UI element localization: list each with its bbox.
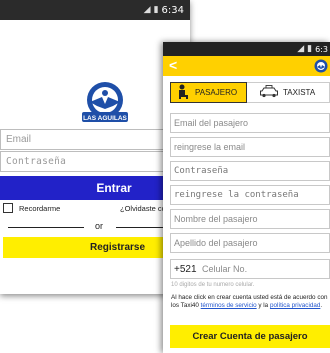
- wifi-icon: ◢: [143, 5, 151, 15]
- taxi-icon: [259, 85, 279, 100]
- terms-end: .: [320, 302, 323, 309]
- email-placeholder: Email: [6, 134, 32, 145]
- phone-prefix: +521: [174, 264, 197, 275]
- create-account-label: Crear Cuenta de pasajero: [192, 331, 308, 342]
- login-button-label: Entrar: [96, 181, 132, 195]
- battery-icon: ▮: [307, 44, 313, 54]
- divider-line-left: [8, 227, 84, 228]
- logo-text: LAS AGUILAS: [83, 115, 127, 122]
- phone-helper-text: 10 digitos de tu numero celular.: [171, 282, 255, 288]
- password-field[interactable]: Contraseña: [170, 161, 330, 181]
- create-passenger-account-button[interactable]: Crear Cuenta de pasajero: [170, 325, 330, 348]
- or-divider: or: [0, 221, 190, 233]
- status-time: 6:34: [161, 4, 184, 16]
- privacy-policy-link[interactable]: política privacidad: [270, 302, 320, 309]
- phone-placeholder: Celular No.: [202, 264, 248, 274]
- password-field[interactable]: Contraseña: [0, 151, 190, 172]
- passenger-icon: [177, 84, 191, 102]
- chevron-left-icon[interactable]: <: [169, 57, 177, 73]
- status-bar: ◢ ▮ 6:34: [0, 0, 190, 20]
- status-bar: ◢ ▮ 6:3: [163, 42, 330, 56]
- terms-text: Al hace click en crear cuenta usted está…: [171, 294, 330, 310]
- eagle-logo-icon: [314, 59, 328, 73]
- passenger-last-name-field[interactable]: Apellido del pasajero: [170, 233, 330, 253]
- terms-mid: y la: [256, 302, 270, 309]
- password-placeholder: Contraseña: [174, 166, 229, 176]
- first-name-placeholder: Nombre del pasajero: [174, 214, 258, 224]
- confirm-email-field[interactable]: reingrese la email: [170, 137, 330, 157]
- tab-driver[interactable]: TAXISTA: [247, 82, 330, 103]
- register-screen: ◢ ▮ 6:3 < PASAJERO TAXISTA Email del pas…: [163, 42, 330, 353]
- app-bar: <: [163, 56, 330, 76]
- tab-driver-label: TAXISTA: [283, 88, 316, 97]
- passenger-email-placeholder: Email del pasajero: [174, 118, 249, 128]
- login-button[interactable]: Entrar: [0, 176, 190, 200]
- login-screen: ◢ ▮ 6:34 LAS AGUILAS Email Contraseña En…: [0, 0, 190, 294]
- register-button[interactable]: Registrarse: [3, 237, 190, 258]
- register-button-label: Registrarse: [89, 242, 146, 253]
- phone-field[interactable]: +521 Celular No.: [170, 259, 330, 279]
- password-placeholder: Contraseña: [6, 156, 67, 167]
- passenger-email-field[interactable]: Email del pasajero: [170, 113, 330, 133]
- remember-label: Recordarme: [19, 204, 61, 213]
- wifi-icon: ◢: [297, 44, 305, 54]
- status-time: 6:3: [315, 44, 328, 54]
- tab-passenger[interactable]: PASAJERO: [170, 82, 247, 103]
- email-field[interactable]: Email: [0, 129, 190, 150]
- confirm-email-placeholder: reingrese la email: [174, 142, 246, 152]
- remember-checkbox[interactable]: [3, 203, 13, 213]
- signal-icon: ▮: [153, 5, 159, 15]
- account-type-tabs: PASAJERO TAXISTA: [170, 82, 330, 103]
- tab-passenger-label: PASAJERO: [195, 88, 238, 97]
- confirm-password-placeholder: reingrese la contraseña: [174, 190, 299, 200]
- remember-row: Recordarme ¿Olvidaste contra: [0, 203, 190, 219]
- confirm-password-field[interactable]: reingrese la contraseña: [170, 185, 330, 205]
- last-name-placeholder: Apellido del pasajero: [174, 238, 258, 248]
- terms-of-service-link[interactable]: términos de servicio: [201, 302, 257, 309]
- or-text: or: [95, 221, 104, 231]
- passenger-first-name-field[interactable]: Nombre del pasajero: [170, 209, 330, 229]
- eagle-logo-icon: LAS AGUILAS: [80, 80, 130, 126]
